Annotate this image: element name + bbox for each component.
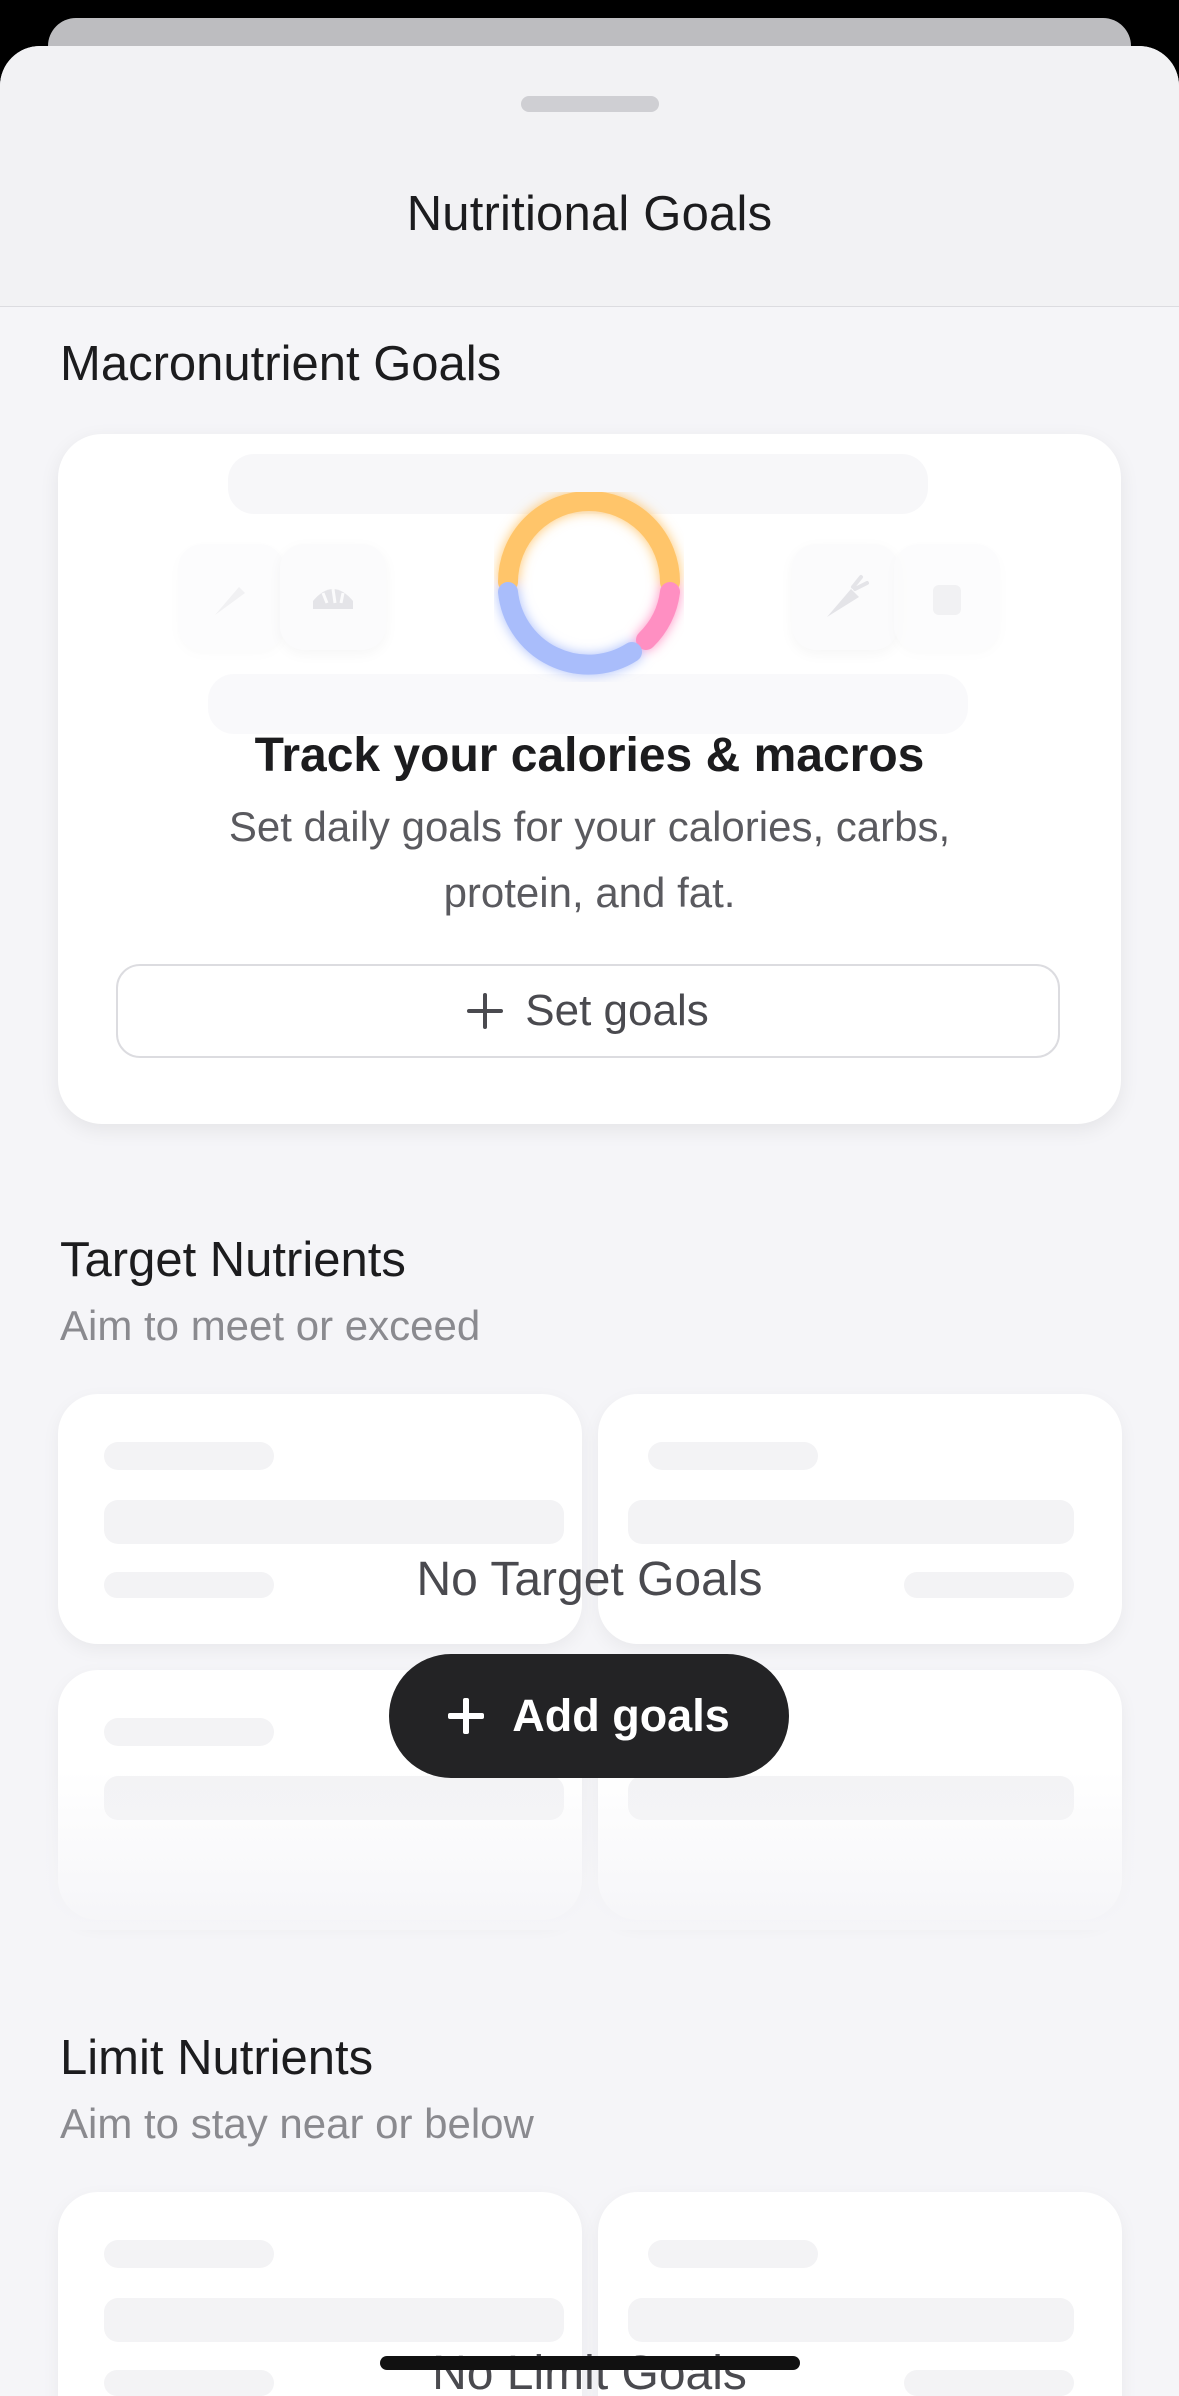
target-section-title: Target Nutrients [60,1233,406,1287]
placeholder-bar [628,1500,1074,1544]
plus-icon [448,1698,485,1734]
placeholder-bar [104,2240,274,2268]
macro-promo-title: Track your calories & macros [254,729,925,782]
placeholder-bar [104,1718,274,1746]
placeholder-bar [648,1442,818,1470]
macronutrient-section-title: Macronutrient Goals [60,337,502,391]
placeholder-row [208,674,968,734]
placeholder-bar [648,2240,818,2268]
placeholder-bar [104,2298,564,2342]
bread-icon [280,544,386,650]
cup-icon [894,544,1000,650]
page-title: Nutritional Goals [406,187,773,241]
add-goals-button[interactable]: Add goals [389,1654,789,1778]
empty-limit-label: No Limit Goals [432,2347,747,2396]
add-goals-label: Add goals [512,1690,730,1741]
sheet-grabber[interactable] [521,96,659,112]
macro-promo-text: Set daily goals for your calories, carbs… [228,803,951,916]
macro-ring-icon [498,492,680,675]
home-indicator [380,2356,800,2370]
placeholder-bar [104,1442,274,1470]
plus-icon [467,993,504,1029]
nutritional-goals-sheet: Nutritional Goals Macronutrient Goals Tr… [0,46,1179,2396]
target-section-subtitle: Aim to meet or exceed [60,1302,481,1349]
placeholder-bar [628,2298,1074,2342]
set-goals-label: Set goals [525,986,709,1035]
placeholder-bar [104,1500,564,1544]
limit-section-subtitle: Aim to stay near or below [60,2100,534,2147]
carrot-icon [178,544,284,650]
set-goals-button[interactable]: Set goals [116,964,1060,1058]
carrot-icon [792,544,898,650]
sheet-header: Nutritional Goals [0,46,1179,307]
empty-target-label: No Target Goals [416,1553,763,1606]
fade-overlay [0,1770,1179,1930]
limit-section-title: Limit Nutrients [60,2031,374,2085]
